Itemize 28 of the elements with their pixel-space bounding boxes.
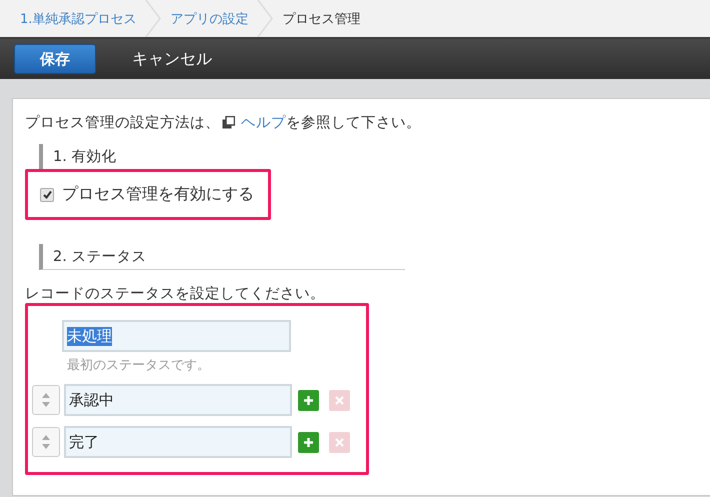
intro-text: プロセス管理の設定方法は、	[25, 114, 220, 132]
status-field[interactable]: 完了	[64, 426, 292, 458]
plus-icon	[303, 394, 314, 406]
close-icon	[335, 396, 344, 404]
breadcrumb-item[interactable]: 1.単純承認プロセス	[12, 10, 144, 28]
breadcrumb-item[interactable]: アプリの設定	[162, 10, 256, 28]
status-field[interactable]: 承認中	[64, 384, 292, 416]
checkbox-label: プロセス管理を有効にする	[62, 184, 254, 205]
chevron-icon	[256, 0, 274, 37]
status-field[interactable]: 未処理	[62, 320, 291, 352]
add-button[interactable]	[298, 432, 320, 452]
breadcrumb-item: プロセス管理	[281, 10, 362, 28]
save-button[interactable]: 保存	[14, 44, 96, 74]
intro-text: を参照して下さい。	[286, 114, 421, 132]
plus-icon	[303, 436, 314, 448]
add-button[interactable]	[298, 390, 320, 410]
section-heading: 1. 有効化	[39, 144, 710, 169]
chevron-icon	[144, 0, 162, 37]
checkbox[interactable]	[40, 188, 54, 202]
reorder-handle[interactable]	[32, 427, 60, 457]
hint-text: 最初のステータスです。	[67, 357, 211, 374]
description-text: レコードのステータスを設定してください。	[25, 284, 326, 303]
close-icon	[335, 438, 344, 446]
cancel-button[interactable]: キャンセル	[126, 48, 218, 70]
reorder-handle[interactable]	[32, 385, 60, 415]
window-icon	[222, 116, 235, 129]
help-link[interactable]: ヘルプ	[241, 113, 286, 132]
section-heading: 2. ステータス	[39, 244, 405, 270]
